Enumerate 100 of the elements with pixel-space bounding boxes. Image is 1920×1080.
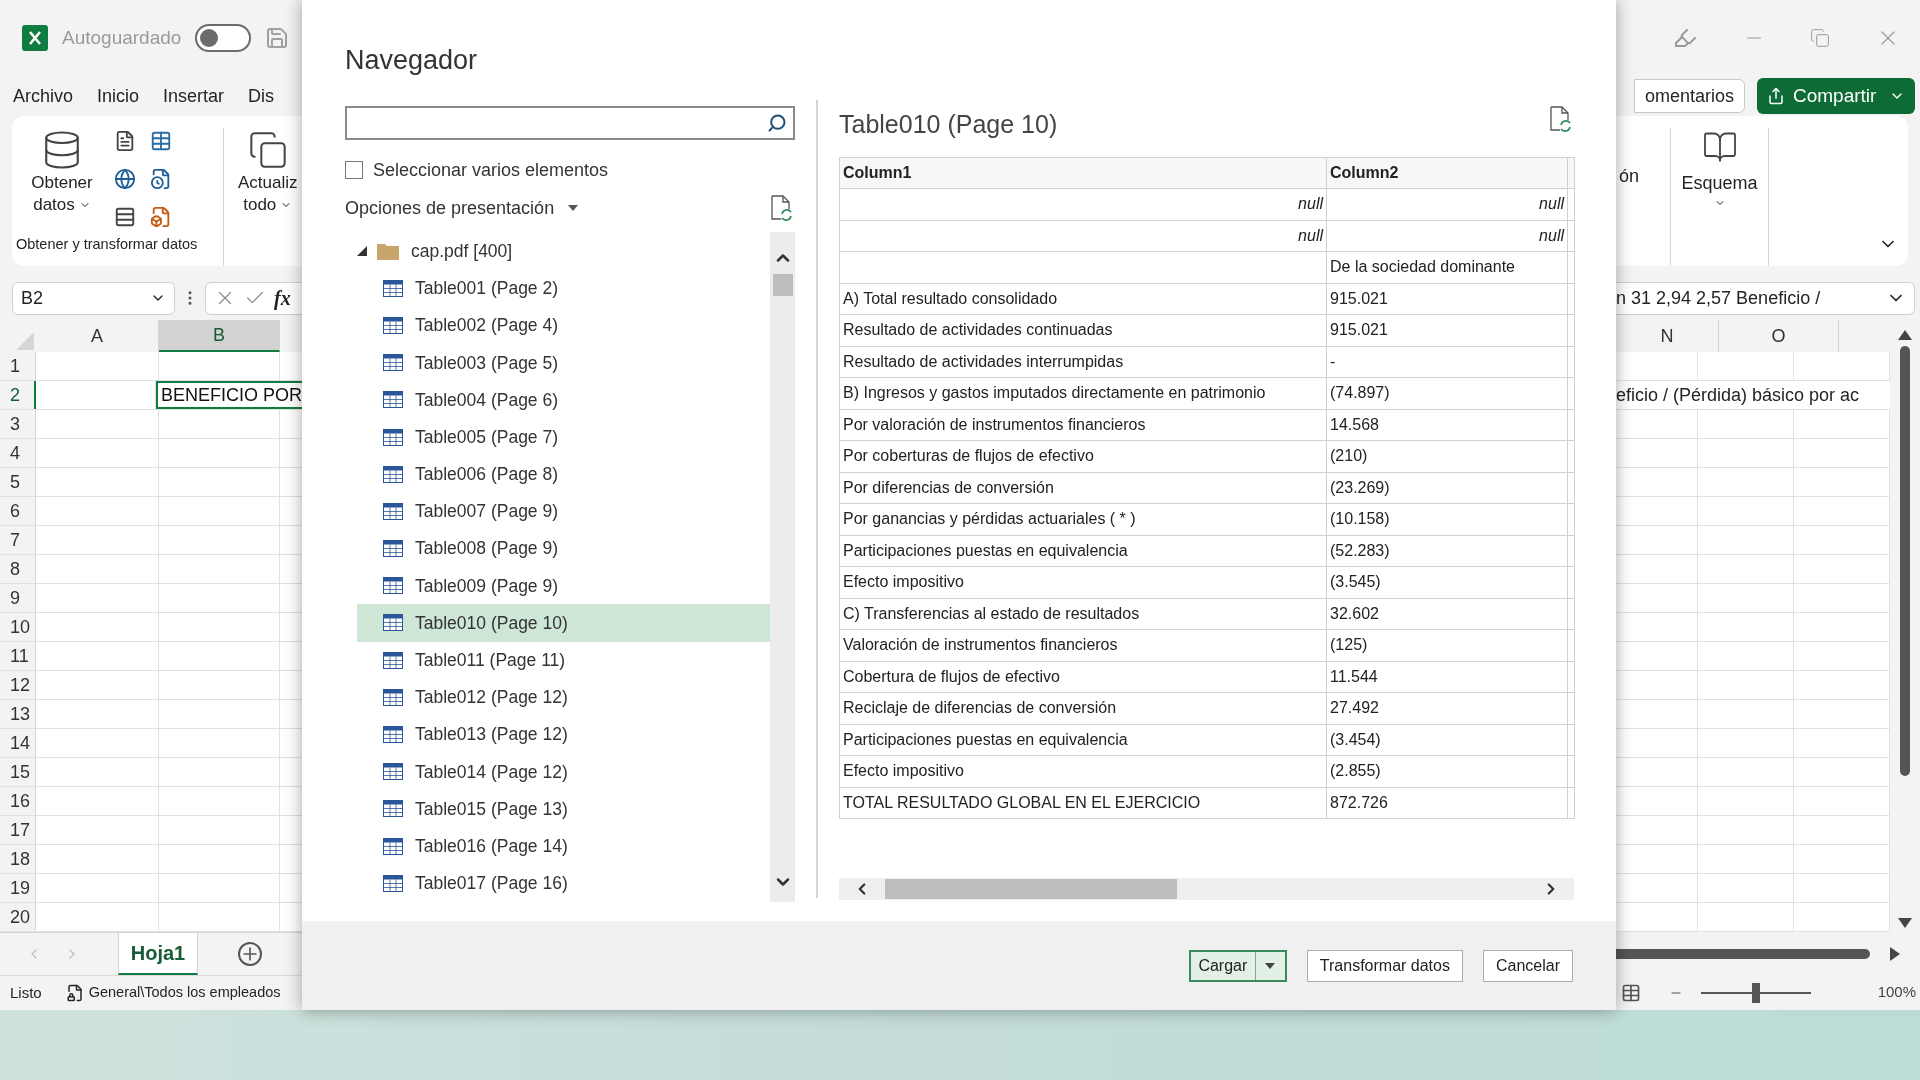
- column-header[interactable]: B: [159, 320, 280, 352]
- tree-item[interactable]: Table008 (Page 9): [357, 530, 770, 568]
- tree-folder-item[interactable]: cap.pdf [400]: [357, 232, 770, 270]
- row-header[interactable]: 9: [0, 584, 36, 612]
- row-header[interactable]: 4: [0, 439, 36, 467]
- table-cell: Por ganancias y pérdidas actuariales ( * ): [839, 503, 1327, 535]
- tree-item[interactable]: Table003 (Page 5): [357, 344, 770, 382]
- column-header[interactable]: Column2: [1326, 157, 1568, 189]
- table-cell: Por diferencias de conversión: [839, 472, 1327, 504]
- row-header[interactable]: 5: [0, 468, 36, 496]
- row-header[interactable]: 15: [0, 758, 36, 786]
- tree-item[interactable]: Table014 (Page 12): [357, 753, 770, 791]
- table-cell: (2.855): [1326, 755, 1568, 787]
- menu-tab[interactable]: Archivo: [13, 82, 74, 110]
- formula-bar[interactable]: n 31 2,94 2,57 Beneficio /: [1616, 281, 1915, 315]
- selected-cell[interactable]: BENEFICIO POR: [155, 381, 302, 409]
- tree-item[interactable]: Table004 (Page 6): [357, 381, 770, 419]
- table-cell: Por valoración de instrumentos financieros: [839, 409, 1327, 441]
- tree-item[interactable]: Table012 (Page 12): [357, 678, 770, 716]
- table-cell: 32.602: [1326, 598, 1568, 630]
- row-header[interactable]: 10: [0, 613, 36, 641]
- row-header[interactable]: 1: [0, 352, 36, 380]
- get-data-button[interactable]: Obtener datos: [22, 128, 102, 234]
- sheet-tab[interactable]: Hoja1: [118, 933, 198, 975]
- row-header[interactable]: 6: [0, 497, 36, 525]
- status-text: Listo: [10, 982, 42, 1003]
- tree-item[interactable]: Table002 (Page 4): [357, 306, 770, 345]
- table-cell: (52.283): [1326, 535, 1568, 567]
- row-header[interactable]: 8: [0, 555, 36, 583]
- table-cell: Participaciones puestas en equivalencia: [839, 535, 1327, 567]
- row-header[interactable]: 19: [0, 874, 36, 902]
- table-cell: Por coberturas de flujos de efectivo: [839, 440, 1327, 472]
- row-header[interactable]: 14: [0, 729, 36, 757]
- table-cell: (23.269): [1326, 472, 1568, 504]
- table-cell: (74.897): [1326, 377, 1568, 409]
- table-cell: 872.726: [1326, 787, 1568, 819]
- outline-button[interactable]: Esquema: [1671, 128, 1769, 266]
- tree-item[interactable]: Table001 (Page 2): [357, 269, 770, 307]
- row-header[interactable]: 17: [0, 816, 36, 844]
- table-cell: (125): [1326, 629, 1568, 661]
- autosave-label: Autoguardado: [62, 25, 182, 50]
- row-header[interactable]: 13: [0, 700, 36, 728]
- ribbon-label: ón: [1619, 165, 1640, 188]
- row-header[interactable]: 12: [0, 671, 36, 699]
- insert-function-button[interactable]: fx: [274, 283, 291, 313]
- column-header[interactable]: Column1: [839, 157, 1327, 189]
- table-cell: 11.544: [1326, 661, 1568, 693]
- location-text: General\Todos los empleados: [88, 983, 281, 1003]
- menu-tab[interactable]: Insertar: [163, 82, 225, 110]
- dialog-button[interactable]: Transformar datos: [1306, 949, 1463, 982]
- name-box[interactable]: B2: [12, 281, 175, 315]
- tree-item[interactable]: Table005 (Page 7): [357, 418, 770, 456]
- menu-tab[interactable]: Dis: [248, 82, 275, 110]
- tree-item[interactable]: Table010 (Page 10): [357, 604, 770, 642]
- tree-item[interactable]: Table011 (Page 11): [357, 641, 770, 679]
- tree-item[interactable]: Table009 (Page 9): [357, 567, 770, 605]
- tree-item[interactable]: Table007 (Page 9): [357, 492, 770, 530]
- refresh-all-button[interactable]: Actualiz todo: [224, 128, 298, 266]
- share-button[interactable]: Compartir: [1757, 78, 1915, 114]
- tree-item[interactable]: Table015 (Page 13): [357, 790, 770, 828]
- table-cell: Resultado de actividades continuadas: [839, 314, 1327, 346]
- table-cell: Reciclaje de diferencias de conversión: [839, 692, 1327, 724]
- tree-item[interactable]: Table006 (Page 8): [357, 455, 770, 493]
- dialog-title: Navegador: [345, 44, 479, 77]
- table-cell: 915.021: [1326, 283, 1568, 315]
- tree-item[interactable]: Table017 (Page 16): [357, 864, 770, 902]
- table-cell: (3.454): [1326, 724, 1568, 756]
- table-cell: Resultado de actividades interrumpidas: [839, 346, 1327, 378]
- table-cell: null: [1326, 220, 1568, 252]
- tree-item[interactable]: Table013 (Page 12): [357, 715, 770, 754]
- table-cell: Valoración de instrumentos financieros: [839, 629, 1327, 661]
- table-cell: C) Transferencias al estado de resultados: [839, 598, 1327, 630]
- row-header[interactable]: 7: [0, 526, 36, 554]
- row-header[interactable]: 16: [0, 787, 36, 815]
- dialog-button[interactable]: Cancelar: [1482, 949, 1573, 982]
- table-cell: null: [839, 220, 1327, 252]
- zoom-level-text[interactable]: 100%: [1877, 981, 1916, 1004]
- menu-tab[interactable]: Inicio: [97, 82, 140, 110]
- comments-button[interactable]: omentarios: [1633, 79, 1745, 113]
- tree-item[interactable]: Table016 (Page 14): [357, 827, 770, 865]
- table-cell: (10.158): [1326, 503, 1568, 535]
- cell-text: eficio / (Pérdida) básico por ac: [1616, 383, 1860, 407]
- table-cell: (210): [1326, 440, 1568, 472]
- table-cell: Efecto impositivo: [839, 566, 1327, 598]
- row-header[interactable]: 11: [0, 642, 36, 670]
- checkbox-label: Seleccionar varios elementos: [373, 158, 609, 182]
- ribbon-group-label: Obtener y transformar datos: [15, 235, 199, 254]
- table-cell: 915.021: [1326, 314, 1568, 346]
- table-cell: B) Ingresos y gastos imputados directamente en patrimonio: [839, 377, 1327, 409]
- table-cell: 14.568: [1326, 409, 1568, 441]
- row-header[interactable]: 2: [0, 381, 36, 409]
- table-cell: A) Total resultado consolidado: [839, 283, 1327, 315]
- row-header[interactable]: 18: [0, 845, 36, 873]
- display-options-dropdown[interactable]: Opciones de presentación: [345, 194, 579, 222]
- row-header[interactable]: 3: [0, 410, 36, 438]
- table-cell: null: [839, 188, 1327, 220]
- row-header[interactable]: 20: [0, 903, 36, 931]
- table-cell: null: [1326, 188, 1568, 220]
- table-cell: TOTAL RESULTADO GLOBAL EN EL EJERCICIO: [839, 787, 1327, 819]
- table-cell: 27.492: [1326, 692, 1568, 724]
